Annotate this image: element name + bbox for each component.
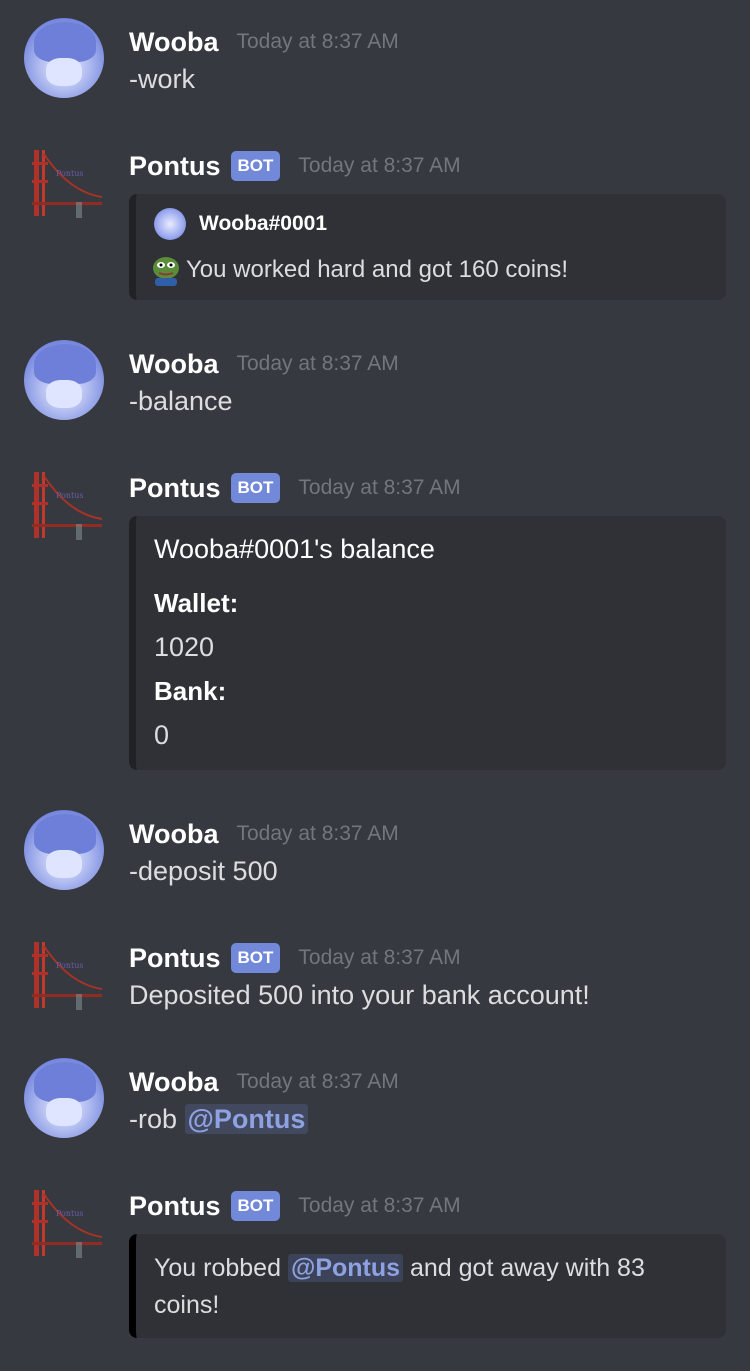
wallet-field-name: Wallet: — [154, 588, 239, 618]
svg-text:Pontus: Pontus — [56, 491, 84, 500]
message-header: Pontus BOT Today at 8:37 AM — [129, 146, 461, 186]
username[interactable]: Wooba — [129, 819, 219, 850]
embed-author: Wooba#0001 — [154, 208, 327, 240]
embed-description: You robbed @Pontus and got away with 83 … — [154, 1250, 714, 1324]
username[interactable]: Pontus — [129, 943, 221, 974]
message-header: Pontus BOT Today at 8:37 AM — [129, 468, 461, 508]
message-header: Wooba Today at 8:37 AM — [129, 22, 399, 62]
embed-description: You worked hard and got 160 coins! — [150, 254, 568, 286]
message-text: -rob — [129, 1104, 185, 1134]
pepe-emoji-icon — [153, 257, 179, 286]
timestamp: Today at 8:37 AM — [298, 1194, 461, 1217]
embed-author-name[interactable]: Wooba#0001 — [199, 212, 327, 236]
timestamp: Today at 8:37 AM — [298, 154, 461, 177]
balance-embed: Wooba#0001's balance Wallet: 1020 Bank: … — [129, 516, 726, 770]
username[interactable]: Wooba — [129, 27, 219, 58]
pontus-avatar[interactable]: Pontus — [24, 1182, 104, 1262]
rob-text-before: You robbed — [154, 1254, 288, 1282]
bot-badge: BOT — [230, 151, 281, 181]
timestamp: Today at 8:37 AM — [236, 352, 399, 375]
username[interactable]: Pontus — [129, 151, 221, 182]
wooba-avatar[interactable] — [24, 18, 104, 98]
timestamp: Today at 8:37 AM — [236, 1070, 399, 1093]
message-header: Wooba Today at 8:37 AM — [129, 814, 399, 854]
message-header: Pontus BOT Today at 8:37 AM — [129, 1186, 461, 1226]
bot-badge: BOT — [230, 943, 281, 973]
wooba-avatar[interactable] — [24, 1058, 104, 1138]
pontus-avatar[interactable]: Pontus — [24, 142, 104, 222]
timestamp: Today at 8:37 AM — [298, 946, 461, 969]
timestamp: Today at 8:37 AM — [236, 30, 399, 53]
rob-embed: You robbed @Pontus and got away with 83 … — [129, 1234, 726, 1338]
bot-badge: BOT — [230, 473, 281, 503]
svg-text:Pontus: Pontus — [56, 169, 84, 178]
wallet-field-value: 1020 — [154, 632, 215, 662]
message-content: -deposit 500 — [129, 856, 278, 886]
message-content: Deposited 500 into your bank account! — [129, 980, 590, 1010]
message-content: -work — [129, 64, 195, 94]
message-header: Wooba Today at 8:37 AM — [129, 344, 399, 384]
bank-field-name: Bank: — [154, 676, 227, 706]
work-embed: Wooba#0001 You worked hard and got 160 c… — [129, 194, 726, 300]
message-header: Wooba Today at 8:37 AM — [129, 1062, 399, 1102]
message-content: -rob @Pontus — [129, 1104, 309, 1135]
username[interactable]: Pontus — [129, 1191, 221, 1222]
golden-gate-bridge-icon: Pontus — [32, 150, 103, 218]
embed-author-avatar — [154, 208, 186, 240]
username[interactable]: Wooba — [129, 1067, 219, 1098]
wooba-avatar[interactable] — [24, 340, 104, 420]
timestamp: Today at 8:37 AM — [298, 476, 461, 499]
username[interactable]: Wooba — [129, 349, 219, 380]
timestamp: Today at 8:37 AM — [236, 822, 399, 845]
svg-text:Pontus: Pontus — [56, 1209, 84, 1218]
bot-badge: BOT — [230, 1191, 281, 1221]
pontus-avatar[interactable]: Pontus — [24, 934, 104, 1014]
golden-gate-bridge-icon: Pontus — [32, 942, 103, 1010]
svg-text:Pontus: Pontus — [56, 961, 84, 970]
pontus-avatar[interactable]: Pontus — [24, 464, 104, 544]
embed-description-text: You worked hard and got 160 coins! — [186, 256, 569, 283]
username[interactable]: Pontus — [129, 473, 221, 504]
mention-pontus[interactable]: @Pontus — [184, 1104, 309, 1134]
golden-gate-bridge-icon: Pontus — [32, 472, 103, 540]
mention-pontus[interactable]: @Pontus — [287, 1254, 404, 1282]
embed-title: Wooba#0001's balance — [154, 534, 435, 564]
wooba-avatar[interactable] — [24, 810, 104, 890]
golden-gate-bridge-icon: Pontus — [32, 1190, 103, 1258]
message-content: -balance — [129, 386, 233, 416]
bank-field-value: 0 — [154, 720, 170, 750]
message-header: Pontus BOT Today at 8:37 AM — [129, 938, 461, 978]
